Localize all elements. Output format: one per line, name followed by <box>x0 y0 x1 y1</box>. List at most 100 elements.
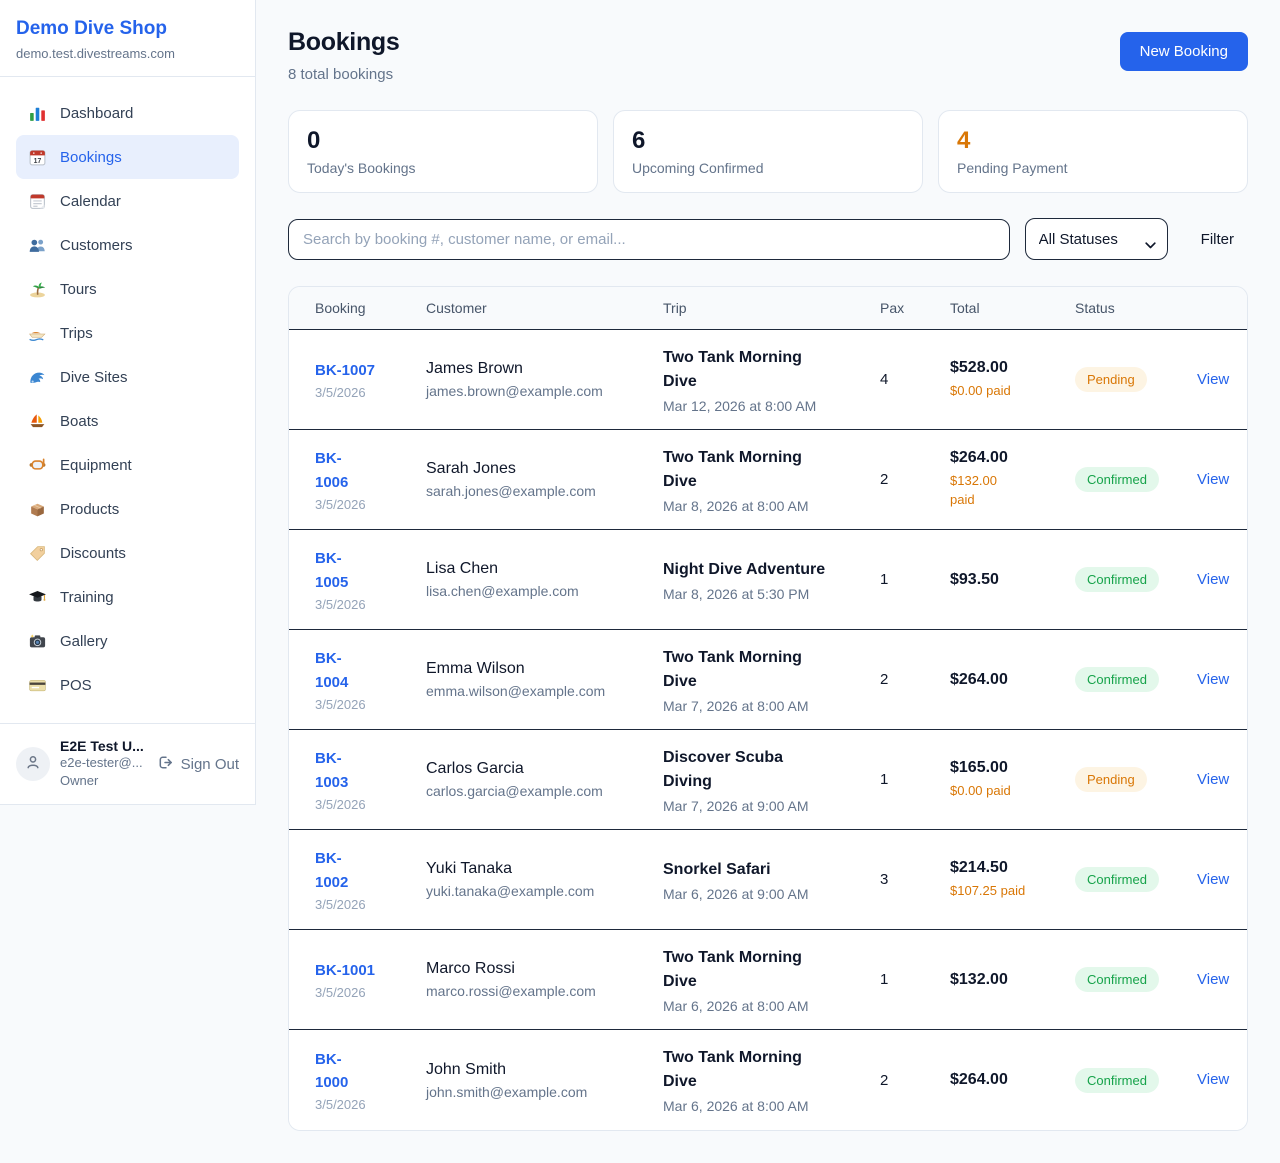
pax-cell: 2 <box>880 671 950 688</box>
trip-datetime: Mar 6, 2026 at 8:00 AM <box>663 998 864 1014</box>
training-icon <box>28 588 47 607</box>
pax-cell: 1 <box>880 971 950 988</box>
booking-id-link[interactable]: BK- 1003 <box>315 747 348 794</box>
avatar <box>16 747 50 781</box>
booking-id-link[interactable]: BK- 1004 <box>315 647 348 694</box>
status-badge: Confirmed <box>1075 1068 1159 1093</box>
total-cell: $264.00$132.00 paid <box>950 449 1075 510</box>
view-link[interactable]: View <box>1197 971 1229 988</box>
total-cell: $165.00$0.00 paid <box>950 759 1075 801</box>
discounts-icon <box>28 544 47 563</box>
customer-email: yuki.tanaka@example.com <box>426 883 663 899</box>
boats-icon <box>28 412 47 431</box>
pax-cell: 4 <box>880 371 950 388</box>
stat-label: Today's Bookings <box>307 160 579 176</box>
sidebar-item-label: Calendar <box>60 193 121 210</box>
sidebar-item-trips[interactable]: Trips <box>16 311 239 355</box>
sidebar-item-boats[interactable]: Boats <box>16 399 239 443</box>
total-amount: $264.00 <box>950 1071 1075 1089</box>
view-link[interactable]: View <box>1197 771 1229 788</box>
sidebar-item-customers[interactable]: Customers <box>16 223 239 267</box>
sidebar-item-pos[interactable]: POS <box>16 663 239 707</box>
customer-name: James Brown <box>426 360 663 378</box>
total-cell: $264.00 <box>950 1071 1075 1089</box>
sign-out-button[interactable]: Sign Out <box>157 754 239 775</box>
equipment-icon <box>28 456 47 475</box>
booking-cell: BK- 10003/5/2026 <box>315 1048 426 1113</box>
filter-button[interactable]: Filter <box>1187 231 1248 248</box>
trip-datetime: Mar 12, 2026 at 8:00 AM <box>663 398 864 414</box>
actions-cell: View <box>1197 371 1229 389</box>
trip-cell: Snorkel SafariMar 6, 2026 at 9:00 AM <box>663 858 880 902</box>
sidebar-item-tours[interactable]: Tours <box>16 267 239 311</box>
stat-value: 4 <box>957 127 1229 155</box>
sidebar-item-training[interactable]: Training <box>16 575 239 619</box>
table-row: BK-10013/5/2026Marco Rossimarco.rossi@ex… <box>289 930 1247 1030</box>
new-booking-button[interactable]: New Booking <box>1120 32 1248 71</box>
sidebar-item-equipment[interactable]: Equipment <box>16 443 239 487</box>
booking-id-link[interactable]: BK- 1006 <box>315 447 348 494</box>
column-header-status: Status <box>1075 300 1197 316</box>
sidebar-item-dive-sites[interactable]: Dive Sites <box>16 355 239 399</box>
sidebar-item-dashboard[interactable]: Dashboard <box>16 91 239 135</box>
customer-email: lisa.chen@example.com <box>426 583 663 599</box>
bookings-count: 8 total bookings <box>288 66 400 83</box>
actions-cell: View <box>1197 471 1229 489</box>
status-filter-select[interactable]: All Statuses <box>1025 218 1168 260</box>
status-badge: Confirmed <box>1075 967 1159 992</box>
customer-email: james.brown@example.com <box>426 383 663 399</box>
status-badge: Pending <box>1075 367 1147 392</box>
customer-email: sarah.jones@example.com <box>426 483 663 499</box>
table-row: BK- 10003/5/2026John Smithjohn.smith@exa… <box>289 1030 1247 1130</box>
main-content: Bookings 8 total bookings New Booking 0T… <box>256 0 1280 1163</box>
trip-name: Snorkel Safari <box>663 858 864 882</box>
person-icon <box>24 753 42 776</box>
booking-date: 3/5/2026 <box>315 697 426 712</box>
trips-icon <box>28 324 47 343</box>
view-link[interactable]: View <box>1197 871 1229 888</box>
view-link[interactable]: View <box>1197 471 1229 488</box>
stat-label: Pending Payment <box>957 160 1229 176</box>
table-row: BK- 10023/5/2026Yuki Tanakayuki.tanaka@e… <box>289 830 1247 930</box>
sidebar-item-products[interactable]: Products <box>16 487 239 531</box>
view-link[interactable]: View <box>1197 1071 1229 1088</box>
user-email: e2e-tester@... <box>60 754 147 772</box>
status-cell: Confirmed <box>1075 1068 1197 1093</box>
view-link[interactable]: View <box>1197 671 1229 688</box>
column-header-booking: Booking <box>315 300 426 316</box>
booking-id-link[interactable]: BK- 1005 <box>315 547 348 594</box>
filter-row: All Statuses Filter <box>288 218 1248 260</box>
booking-date: 3/5/2026 <box>315 797 426 812</box>
total-cell: $528.00$0.00 paid <box>950 359 1075 401</box>
trip-cell: Night Dive AdventureMar 8, 2026 at 5:30 … <box>663 558 880 602</box>
sidebar-item-label: Equipment <box>60 457 132 474</box>
booking-date: 3/5/2026 <box>315 597 426 612</box>
sidebar: Demo Dive Shop demo.test.divestreams.com… <box>0 0 256 805</box>
customer-cell: Marco Rossimarco.rossi@example.com <box>426 960 663 999</box>
customer-name: Yuki Tanaka <box>426 860 663 878</box>
page-header: Bookings 8 total bookings New Booking <box>288 28 1248 83</box>
trip-cell: Two Tank Morning DiveMar 6, 2026 at 8:00… <box>663 946 880 1014</box>
gallery-icon <box>28 632 47 651</box>
sidebar-item-discounts[interactable]: Discounts <box>16 531 239 575</box>
products-icon <box>28 500 47 519</box>
actions-cell: View <box>1197 971 1229 989</box>
shop-name: Demo Dive Shop <box>16 18 239 40</box>
total-amount: $93.50 <box>950 571 1075 589</box>
booking-id-link[interactable]: BK- 1002 <box>315 847 348 894</box>
search-input[interactable] <box>288 219 1010 260</box>
view-link[interactable]: View <box>1197 371 1229 388</box>
booking-id-link[interactable]: BK-1007 <box>315 359 375 382</box>
customer-name: Lisa Chen <box>426 560 663 578</box>
customer-cell: John Smithjohn.smith@example.com <box>426 1061 663 1100</box>
table-body: BK-1007 3/5/2026 James Brown james.brown@ex… <box>289 330 1247 1130</box>
booking-id-link[interactable]: BK- 1000 <box>315 1048 348 1095</box>
sidebar-item-calendar[interactable]: Calendar <box>16 179 239 223</box>
sidebar-item-gallery[interactable]: Gallery <box>16 619 239 663</box>
sidebar-item-bookings[interactable]: 17Bookings <box>16 135 239 179</box>
view-link[interactable]: View <box>1197 571 1229 588</box>
booking-id-link[interactable]: BK-1001 <box>315 959 375 982</box>
total-cell: $132.00 <box>950 971 1075 989</box>
paid-amount: $107.25 paid <box>950 882 1075 901</box>
customer-cell: Carlos Garciacarlos.garcia@example.com <box>426 760 663 799</box>
